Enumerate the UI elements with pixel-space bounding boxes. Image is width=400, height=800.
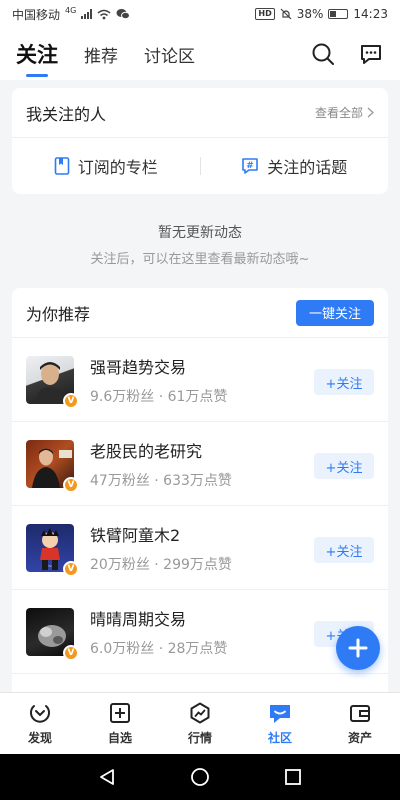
- bottom-nav-label: 社区: [267, 730, 292, 745]
- view-all-link[interactable]: 查看全部: [315, 104, 374, 121]
- recommend-name: 老股民的老研究: [90, 441, 203, 461]
- recommend-stats: 20万粉丝 · 299万点赞: [90, 556, 232, 573]
- recommend-info: 强哥趋势交易 9.6万粉丝 · 61万点赞: [90, 354, 227, 406]
- bottom-nav-watchlist[interactable]: 自选: [80, 693, 160, 754]
- wallet-icon: [350, 704, 370, 722]
- bottom-nav-label: 资产: [347, 730, 372, 745]
- wechat-icon: [116, 9, 131, 20]
- carrier-name: 中国移动: [12, 7, 61, 22]
- status-right: HD 38% 14:23: [255, 7, 388, 21]
- bottom-nav-label: 行情: [187, 730, 212, 745]
- back-icon[interactable]: [95, 765, 119, 789]
- status-bar: 中国移动 4G HD 38% 14:23: [0, 0, 400, 28]
- battery-percent: 38%: [296, 7, 324, 21]
- following-title: 我关注的人: [26, 104, 107, 124]
- bottom-nav-market[interactable]: 行情: [160, 693, 240, 754]
- recommend-stats: 6.0万粉丝 · 28万点赞: [90, 640, 228, 657]
- clock: 14:23: [353, 7, 388, 21]
- tab-following[interactable]: 关注: [16, 39, 58, 77]
- hd-icon: HD: [255, 8, 275, 20]
- top-nav-actions: [310, 41, 384, 67]
- recommend-info: 晴晴周期交易 6.0万粉丝 · 28万点赞: [90, 606, 227, 658]
- recommend-info: 老股民的老研究 47万粉丝 · 633万点赞: [90, 438, 232, 490]
- following-links: 订阅的专栏 # 关注的话题: [12, 138, 388, 194]
- bottom-nav-assets[interactable]: 资产: [320, 693, 400, 754]
- wifi-icon: [97, 9, 111, 19]
- bottom-nav-discover[interactable]: 发现: [0, 693, 80, 754]
- community-icon: [270, 704, 290, 723]
- recommend-stats: 47万粉丝 · 633万点赞: [90, 472, 232, 489]
- verified-badge: V: [63, 644, 79, 661]
- empty-subtitle: 关注后，可以在这里查看最新动态哦~: [90, 252, 310, 267]
- bottom-nav-community[interactable]: 社区: [240, 693, 320, 754]
- recommend-name: 铁臂阿童木2: [90, 525, 181, 545]
- message-icon[interactable]: [358, 41, 384, 67]
- tab-recommended[interactable]: 推荐: [84, 42, 118, 67]
- signal-icon: [81, 9, 93, 19]
- following-header: 我关注的人 查看全部: [12, 88, 388, 138]
- verified-badge: V: [63, 476, 79, 493]
- system-nav-bar: [0, 754, 400, 800]
- verified-badge: V: [63, 392, 79, 409]
- followed-topics-label: 关注的话题: [267, 158, 348, 177]
- top-nav: 关注 推荐 讨论区: [0, 28, 400, 80]
- verified-badge: V: [63, 560, 79, 577]
- recommend-card: 为你推荐 一键关注 V 强哥趋势交易 9.6万粉丝 · 61万点赞 +关注 V …: [12, 288, 388, 708]
- empty-state: 暂无更新动态 关注后，可以在这里查看最新动态哦~: [0, 222, 400, 267]
- recommend-info: 铁臂阿童木2 20万粉丝 · 299万点赞: [90, 522, 232, 574]
- follow-all-button[interactable]: 一键关注: [296, 299, 374, 326]
- bookmark-icon: [54, 157, 70, 175]
- battery-icon: [328, 9, 349, 19]
- recommend-list: V 强哥趋势交易 9.6万粉丝 · 61万点赞 +关注 V 老股民的老研究 47: [12, 338, 388, 708]
- home-icon[interactable]: [188, 765, 212, 789]
- svg-text:#: #: [246, 161, 254, 171]
- mute-icon: [280, 8, 292, 20]
- bottom-nav-label: 发现: [27, 730, 52, 745]
- following-card: 我关注的人 查看全部 订阅的专栏 # 关注的话题: [12, 88, 388, 194]
- plus-icon: [348, 638, 368, 658]
- avatar: V: [26, 439, 79, 493]
- chevron-right-icon: [367, 107, 374, 118]
- status-left: 中国移动 4G: [12, 5, 131, 23]
- recommend-item[interactable]: V 晴晴周期交易 6.0万粉丝 · 28万点赞 +关注: [12, 590, 388, 674]
- hashtag-icon: #: [242, 158, 259, 174]
- recommend-header: 为你推荐 一键关注: [12, 288, 388, 338]
- empty-title: 暂无更新动态: [158, 225, 242, 241]
- bottom-nav: 发现 自选 行情 社区 资产: [0, 692, 400, 754]
- discover-icon: [30, 704, 50, 723]
- watchlist-icon: [110, 702, 130, 723]
- avatar: V: [26, 355, 79, 409]
- subscribed-columns-link[interactable]: 订阅的专栏: [12, 154, 200, 178]
- create-post-button[interactable]: [336, 626, 380, 670]
- recents-icon[interactable]: [281, 765, 305, 789]
- recommend-item[interactable]: V 老股民的老研究 47万粉丝 · 633万点赞 +关注: [12, 422, 388, 506]
- recommend-item[interactable]: ~ V 铁臂阿童木2 20万粉丝 · 299万点赞 +关注: [12, 506, 388, 590]
- recommend-name: 晴晴周期交易: [90, 609, 187, 629]
- follow-button[interactable]: +关注: [314, 453, 374, 479]
- view-all-label: 查看全部: [314, 106, 363, 120]
- followed-topics-link[interactable]: # 关注的话题: [201, 154, 389, 178]
- follow-button[interactable]: +关注: [314, 369, 374, 395]
- svg-text:~: ~: [48, 564, 52, 570]
- bottom-nav-label: 自选: [107, 730, 132, 745]
- recommend-title: 为你推荐: [26, 304, 91, 324]
- market-icon: [190, 702, 210, 723]
- subscribed-columns-label: 订阅的专栏: [77, 158, 158, 177]
- recommend-item[interactable]: V 强哥趋势交易 9.6万粉丝 · 61万点赞 +关注: [12, 338, 388, 422]
- network-type: 4G: [65, 5, 77, 15]
- recommend-name: 强哥趋势交易: [90, 357, 187, 377]
- avatar: ~ V: [26, 523, 79, 577]
- follow-button[interactable]: +关注: [314, 537, 374, 563]
- recommend-stats: 9.6万粉丝 · 61万点赞: [90, 388, 228, 405]
- search-icon[interactable]: [310, 41, 336, 67]
- tab-discussion[interactable]: 讨论区: [144, 42, 195, 67]
- avatar: V: [26, 607, 79, 661]
